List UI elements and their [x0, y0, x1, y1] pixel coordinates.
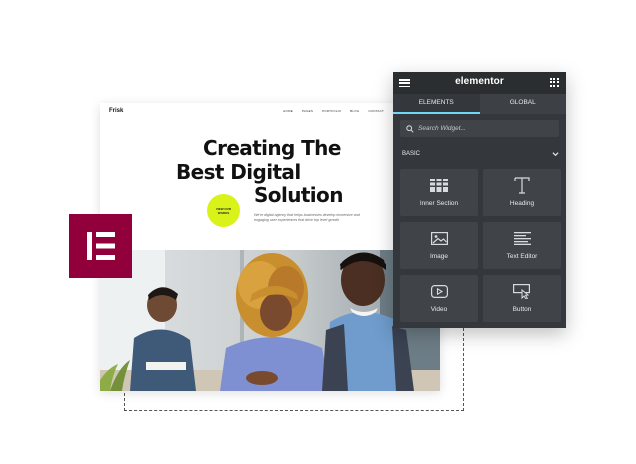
category-basic-toggle[interactable]: BASIC [402, 151, 559, 161]
tab-global[interactable]: GLOBAL [479, 94, 566, 114]
widget-text-editor[interactable]: Text Editor [483, 222, 561, 269]
widget-search-input[interactable] [416, 125, 558, 132]
widget-label: Image [429, 253, 449, 260]
panel-logo: elementor [455, 76, 504, 87]
widget-label: Text Editor [506, 253, 538, 260]
widget-heading[interactable]: Heading [483, 169, 561, 216]
widget-video[interactable]: Video [400, 275, 478, 322]
tab-elements[interactable]: ELEMENTS [393, 94, 480, 114]
text-editor-icon [483, 230, 561, 247]
widget-button[interactable]: Button [483, 275, 561, 322]
hero-heading-line-1: Creating The [203, 136, 341, 160]
elementor-logo-icon [86, 232, 115, 260]
widget-search-box [400, 120, 559, 137]
heading-icon [483, 177, 561, 194]
hero-illustration: Frisk HOME PAGES PORTFOLIO BLOG CONTACT … [0, 0, 636, 464]
elementor-logo-badge [69, 214, 132, 278]
website-preview: Frisk HOME PAGES PORTFOLIO BLOG CONTACT … [100, 103, 440, 391]
widget-inner-section[interactable]: Inner Section [400, 169, 478, 216]
view-works-button[interactable]: VIEW OUR WORKS [207, 194, 240, 227]
widget-image[interactable]: Image [400, 222, 478, 269]
hero-heading-line-2: Best Digital [176, 160, 301, 184]
view-works-label: VIEW OUR WORKS [215, 206, 232, 215]
video-icon [400, 283, 478, 300]
inner-section-icon [400, 177, 478, 194]
widget-label: Heading [509, 200, 535, 207]
widget-label: Video [430, 306, 448, 313]
widget-grid: Inner Section Heading Image Text Editor … [400, 169, 561, 322]
elementor-editor-panel: elementor ELEMENTS GLOBAL BASIC [393, 72, 566, 328]
chevron-down-icon [552, 151, 559, 159]
button-icon [483, 283, 561, 300]
search-icon [404, 123, 416, 135]
hero-heading-line-3: Solution [254, 183, 343, 207]
apps-grid-icon[interactable] [550, 78, 559, 87]
hero-description: We're digital agency that helps business… [254, 213, 360, 222]
widget-label: Button [512, 306, 532, 313]
panel-header: elementor [393, 72, 566, 94]
panel-tabs: ELEMENTS GLOBAL [393, 94, 566, 114]
category-basic-label: BASIC [402, 151, 421, 157]
team-photo [100, 250, 440, 391]
image-icon [400, 230, 478, 247]
hero-heading: Creating The Best Digital Solution [100, 103, 440, 213]
widget-label: Inner Section [419, 200, 459, 207]
team-photo-illustration [100, 250, 440, 391]
